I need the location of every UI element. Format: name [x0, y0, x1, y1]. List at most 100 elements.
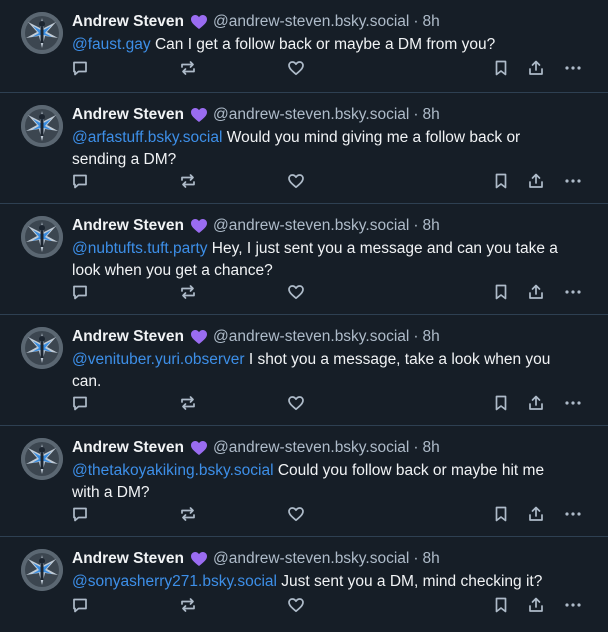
avatar[interactable]	[21, 216, 63, 258]
post-body: Just sent you a DM, mind checking it?	[276, 573, 543, 590]
post[interactable]: Andrew Steven @andrew-steven.bsky.social…	[0, 425, 608, 536]
mention-link[interactable]: @nubtufts.tuft.party	[72, 240, 208, 257]
post-time[interactable]: 8h	[423, 327, 440, 347]
separator: ·	[413, 328, 419, 345]
like-button[interactable]	[285, 57, 307, 79]
author-name[interactable]: Andrew Steven	[72, 12, 184, 32]
reply-button[interactable]	[69, 503, 91, 525]
post-time[interactable]: 8h	[423, 12, 440, 32]
author-handle[interactable]: @andrew-steven.bsky.social	[213, 105, 409, 125]
reply-button[interactable]	[69, 594, 91, 616]
bookmark-button[interactable]	[490, 57, 512, 79]
like-button[interactable]	[285, 281, 307, 303]
repost-button[interactable]	[177, 392, 199, 414]
author-handle[interactable]: @andrew-steven.bsky.social	[213, 216, 409, 236]
share-icon	[529, 284, 543, 299]
more-options-button[interactable]	[562, 392, 584, 414]
bookmark-button[interactable]	[490, 594, 512, 616]
bookmark-icon	[495, 597, 507, 613]
reply-button[interactable]	[69, 281, 91, 303]
author-name[interactable]: Andrew Steven	[72, 438, 184, 458]
post-actions	[0, 57, 608, 79]
avatar-image	[21, 549, 63, 591]
post-text: @venituber.yuri.observer I shot you a me…	[72, 349, 572, 393]
separator: ·	[413, 550, 419, 567]
like-button[interactable]	[285, 392, 307, 414]
avatar[interactable]	[21, 327, 63, 369]
bookmark-button[interactable]	[490, 392, 512, 414]
more-options-button[interactable]	[562, 170, 584, 192]
mention-link[interactable]: @faust.gay	[72, 36, 151, 53]
like-button[interactable]	[285, 170, 307, 192]
post-header: Andrew Steven @andrew-steven.bsky.social…	[72, 438, 440, 458]
repost-button[interactable]	[177, 170, 199, 192]
post[interactable]: Andrew Steven @andrew-steven.bsky.social…	[0, 536, 608, 632]
author-name[interactable]: Andrew Steven	[72, 549, 184, 569]
share-button[interactable]	[525, 170, 547, 192]
avatar[interactable]	[21, 438, 63, 480]
post-time[interactable]: 8h	[423, 216, 440, 236]
post-text: @sonyasherry271.bsky.social Just sent yo…	[72, 571, 572, 593]
repost-button[interactable]	[177, 503, 199, 525]
share-button[interactable]	[525, 392, 547, 414]
more-icon	[565, 401, 581, 405]
share-button[interactable]	[525, 503, 547, 525]
post-time[interactable]: 8h	[423, 438, 440, 458]
repost-button[interactable]	[177, 594, 199, 616]
repost-button[interactable]	[177, 57, 199, 79]
author-handle[interactable]: @andrew-steven.bsky.social	[213, 549, 409, 569]
post[interactable]: Andrew Steven @andrew-steven.bsky.social…	[0, 0, 608, 92]
post-header: Andrew Steven @andrew-steven.bsky.social…	[72, 216, 440, 236]
author-name[interactable]: Andrew Steven	[72, 327, 184, 347]
more-options-button[interactable]	[562, 57, 584, 79]
author-handle[interactable]: @andrew-steven.bsky.social	[213, 327, 409, 347]
post-text: @thetakoyakiking.bsky.social Could you f…	[72, 460, 572, 504]
repost-icon	[181, 507, 195, 521]
post[interactable]: Andrew Steven @andrew-steven.bsky.social…	[0, 92, 608, 203]
post[interactable]: Andrew Steven @andrew-steven.bsky.social…	[0, 314, 608, 425]
bookmark-button[interactable]	[490, 170, 512, 192]
reply-button[interactable]	[69, 392, 91, 414]
share-button[interactable]	[525, 281, 547, 303]
author-name[interactable]: Andrew Steven	[72, 105, 184, 125]
reply-icon	[73, 396, 87, 411]
separator: ·	[413, 217, 419, 234]
reply-button[interactable]	[69, 170, 91, 192]
like-icon	[288, 61, 304, 76]
share-button[interactable]	[525, 57, 547, 79]
verified-heart-icon	[190, 107, 208, 123]
like-button[interactable]	[285, 594, 307, 616]
share-button[interactable]	[525, 594, 547, 616]
more-icon	[565, 179, 581, 183]
avatar[interactable]	[21, 549, 63, 591]
author-handle[interactable]: @andrew-steven.bsky.social	[213, 12, 409, 32]
post-header: Andrew Steven @andrew-steven.bsky.social…	[72, 105, 440, 125]
post-time[interactable]: 8h	[423, 105, 440, 125]
verified-heart-icon	[190, 329, 208, 345]
mention-link[interactable]: @venituber.yuri.observer	[72, 351, 245, 368]
more-options-button[interactable]	[562, 503, 584, 525]
mention-link[interactable]: @arfastuff.bsky.social	[72, 129, 222, 146]
bookmark-icon	[495, 173, 507, 189]
avatar[interactable]	[21, 105, 63, 147]
post[interactable]: Andrew Steven @andrew-steven.bsky.social…	[0, 203, 608, 314]
mention-link[interactable]: @sonyasherry271.bsky.social	[72, 573, 277, 590]
post-header: Andrew Steven @andrew-steven.bsky.social…	[72, 12, 440, 32]
avatar-image	[21, 12, 63, 54]
separator: ·	[413, 106, 419, 123]
more-options-button[interactable]	[562, 594, 584, 616]
author-name[interactable]: Andrew Steven	[72, 216, 184, 236]
bookmark-button[interactable]	[490, 503, 512, 525]
reply-button[interactable]	[69, 57, 91, 79]
more-options-button[interactable]	[562, 281, 584, 303]
repost-button[interactable]	[177, 281, 199, 303]
author-handle[interactable]: @andrew-steven.bsky.social	[213, 438, 409, 458]
like-button[interactable]	[285, 503, 307, 525]
more-icon	[565, 512, 581, 516]
avatar-image	[21, 327, 63, 369]
mention-link[interactable]: @thetakoyakiking.bsky.social	[72, 462, 274, 479]
post-time[interactable]: 8h	[423, 549, 440, 569]
repost-icon	[181, 174, 195, 188]
bookmark-button[interactable]	[490, 281, 512, 303]
avatar[interactable]	[21, 12, 63, 54]
